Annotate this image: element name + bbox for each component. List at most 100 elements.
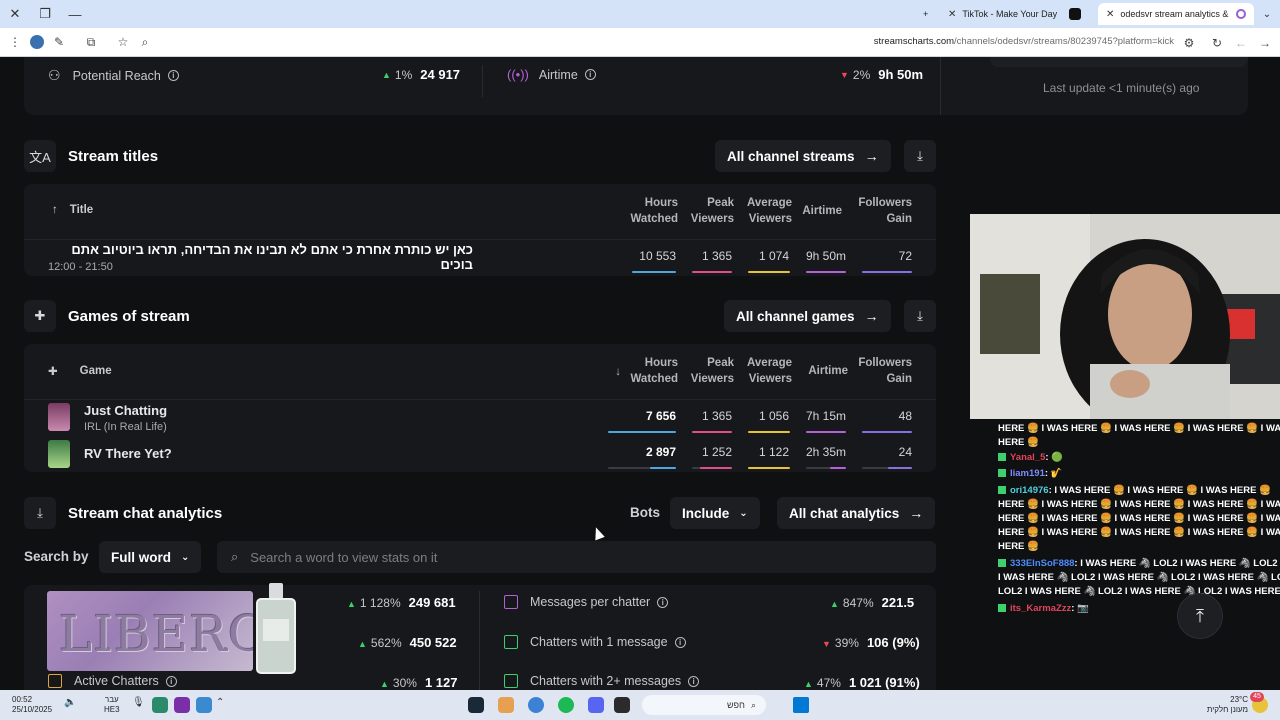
back-icon[interactable]: → [1254,32,1276,54]
tab-list-chevron-icon[interactable]: ⌄ [1252,0,1280,28]
followers-bar [862,431,912,433]
word-search-box[interactable]: ⌕ [217,541,936,573]
info-icon[interactable]: i [584,69,596,80]
tab-close-icon[interactable]: ✕ [948,9,956,20]
download-icon[interactable]: ⤓ [24,497,56,529]
sort-arrow-down-icon[interactable]: ↓ [609,364,621,380]
info-icon[interactable]: i [657,596,669,608]
table-row[interactable]: כאן יש כותרת אחרת כי אתם לא תבינו את הבד… [24,240,936,276]
scroll-to-top-button[interactable]: ⤒ [1177,593,1223,639]
windows-start-icon[interactable] [793,697,809,713]
onenote-icon[interactable] [174,697,190,713]
all-chat-analytics-button[interactable]: All chat analytics → [777,497,936,529]
peak-viewers-header[interactable]: Peak Viewers [682,355,734,387]
loading-icon [1236,9,1246,19]
followers-gain-header[interactable]: Followers Gain [852,195,912,227]
language-indicator[interactable]: עבר HE3 [104,695,120,715]
bookmark-star-icon[interactable]: ☆ [112,31,134,53]
table-row[interactable]: Just Chatting IRL (In Real Life) 7 656 1… [24,400,936,436]
new-tab-button[interactable]: + [915,3,936,25]
reload-icon[interactable]: ↻ [1206,32,1228,54]
table-row[interactable]: RV There Yet? 2 897 1 252 1 122 2h 35m 2… [24,436,936,472]
microphone-icon[interactable]: 🎙 [132,697,148,713]
divider [479,591,480,690]
word-search-input[interactable] [250,549,851,565]
download-button[interactable]: ⤓ [904,140,936,172]
followers-bar [862,271,912,273]
hours-watched-header[interactable]: Hours Watched [622,195,679,227]
restore-window-icon[interactable]: ❐ [30,0,60,28]
extensions-puzzle-icon[interactable]: ⧉ [80,31,102,53]
search-mode-select[interactable]: Full word ⌄ [99,541,202,573]
clock[interactable]: 00:52 25/10/2025 [12,695,52,715]
chatters-one-message-stat: Chatters with 1 message i [504,635,686,649]
forward-icon[interactable]: ← [1230,32,1252,54]
close-window-icon[interactable]: ✕ [0,0,30,28]
average-viewers-header[interactable]: Average Viewers [740,195,792,227]
windows-taskbar: 00:52 25/10/2025 🔈 עבר HE3 🎙 ⌃ חפש ⌕ 23°… [0,690,1280,720]
streamer-webcam-video[interactable] [970,214,1280,419]
spotify-icon[interactable] [558,697,574,713]
minimize-window-icon[interactable]: — [60,0,90,28]
broadcast-icon: ((•)) [507,67,529,82]
live-chat-overlay: HERE 🍔 I WAS HERE 🍔 I WAS HERE 🍔 I WAS H… [970,419,1280,619]
tab-close-icon[interactable]: ✕ [1106,9,1114,20]
app-icon[interactable] [498,697,514,713]
avg-bar [748,467,790,469]
airtime-header[interactable]: Airtime [796,203,842,219]
download-button[interactable]: ⤓ [904,300,936,332]
discord-icon[interactable] [588,697,604,713]
extension-icon[interactable]: ✎ [48,31,70,53]
chrome-icon[interactable] [528,697,544,713]
stream-titles-header: 文A Stream titles [24,140,158,172]
arrow-right-icon: → [864,148,879,164]
volume-icon[interactable]: 🔈 [64,697,80,713]
airtime-bar [830,467,846,469]
game-column-header[interactable]: ✚ Game [48,364,112,378]
reach-icon: ⚇ [48,67,61,83]
title-column-header[interactable]: ↑ Title [52,204,93,216]
bots-select[interactable]: Include ⌄ [670,497,760,529]
menu-dots-icon[interactable]: ⋮ [4,31,26,53]
info-icon[interactable]: i [688,675,700,687]
browser-toolbar: ⋮ ✎ ⧉ ☆ ⌕ streamscharts.com/channels/ode… [0,28,1280,57]
airtime-bar [806,431,846,433]
info-icon[interactable]: i [165,675,177,687]
followers-bar [888,467,912,469]
steam-icon[interactable] [468,697,484,713]
tab-streamscharts[interactable]: ✕ odedsvr stream analytics & sta [1098,3,1254,25]
last-update-box [990,57,1248,67]
airtime-header[interactable]: Airtime [802,363,848,379]
divider [482,65,483,97]
tab-tiktok[interactable]: ✕ TikTok - Make Your Day [940,3,1090,25]
profile-icon[interactable] [26,31,48,53]
kick-badge-icon [998,604,1006,613]
arrow-right-icon: → [909,505,924,521]
all-channel-games-button[interactable]: All channel games → [724,300,891,332]
section-title: Stream titles [68,147,159,165]
chatters-one-message-value: ▼ 39% 106 (9%) [822,635,920,650]
zoom-search-icon[interactable]: ⌕ [134,31,156,53]
download-icon: ⤓ [917,308,923,323]
app-tray-icon[interactable] [152,697,168,713]
hours-watched-header[interactable]: Hours Watched [622,355,679,387]
potential-reach-stat: ⚇ Potential Reach i [48,67,179,84]
average-viewers-header[interactable]: Average Viewers [740,355,792,387]
ad-banner[interactable]: LIBERO [47,591,253,671]
taskbar-search-box[interactable]: חפש ⌕ [642,695,766,715]
site-settings-icon[interactable]: ⚙ [1178,32,1200,54]
arrow-right-icon: → [864,308,879,324]
peak-viewers-header[interactable]: Peak Viewers [682,195,734,227]
sync-tray-icon[interactable] [196,697,212,713]
file-explorer-icon[interactable] [614,697,630,713]
info-icon[interactable]: i [674,636,686,648]
page-content: ⚇ Potential Reach i ▲ 1% 24 917 ((•)) Ai… [0,57,1280,690]
all-channel-streams-button[interactable]: All channel streams → [715,140,891,172]
info-icon[interactable]: i [167,70,179,81]
stream-summary-card: ⚇ Potential Reach i ▲ 1% 24 917 ((•)) Ai… [24,57,1248,115]
tray-chevron-up-icon[interactable]: ⌃ [216,697,232,713]
followers-gain-header[interactable]: Followers Gain [852,355,912,387]
weather-widget[interactable]: 23°C מעונן חלקית [1202,695,1248,715]
address-bar[interactable]: streamscharts.com/channels/odedsvr/strea… [874,36,1174,47]
mouse-cursor-icon [591,525,605,541]
